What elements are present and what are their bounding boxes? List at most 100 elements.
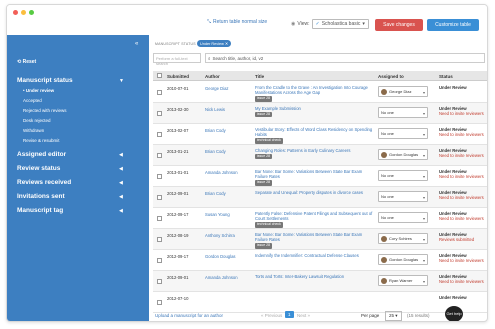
filter-assigned-editor[interactable]: Assigned editor <box>17 151 66 158</box>
title-link[interactable]: My Example Submission issue 28 <box>255 106 373 118</box>
author-link[interactable]: Susan Young <box>205 212 230 217</box>
assignee-select[interactable]: No one ▾ <box>378 170 428 181</box>
previous-page-button[interactable]: « Previous <box>261 313 282 318</box>
assignee-select[interactable]: Ryan Warner ▾ <box>378 275 428 286</box>
author-link[interactable]: Brian Cody <box>205 191 226 196</box>
top-toolbar: ⤡ Return table normal size ◉ View: ✓ Sch… <box>7 5 487 35</box>
view-selector[interactable]: ◉ View: ✓ Scholastica basic ▾ <box>291 19 369 29</box>
page-current[interactable]: 1 <box>285 311 294 318</box>
author-link[interactable]: Nick Lewis <box>205 107 225 112</box>
maximize-dot[interactable] <box>29 10 34 15</box>
table-row[interactable]: 2013-02-07 Brian Cody Vestibular Story: Ef… <box>153 124 487 145</box>
upload-manuscript-link[interactable]: Upload a manuscript for an author <box>155 313 223 318</box>
title-link[interactable]: Patently False: Defensive Patent Filings… <box>255 211 373 228</box>
author-link[interactable]: Gordon Douglas <box>205 254 236 259</box>
minimize-dot[interactable] <box>21 10 26 15</box>
customize-table-button[interactable]: Customize table <box>427 19 479 31</box>
table-row[interactable]: 2010-07-01 George Diaz From the Cradle to … <box>153 82 487 103</box>
col-title[interactable]: Title <box>255 74 264 79</box>
table-row[interactable]: 2012-09-01 Brian Cody Separate and Unequal… <box>153 187 487 208</box>
author-link[interactable]: Amanda Johnson <box>205 170 238 175</box>
per-page-select[interactable]: 25 ▾ <box>385 311 402 321</box>
author-link[interactable]: Brian Cody <box>205 149 226 154</box>
title-link[interactable]: Separate and Unequal: Property disputes … <box>255 190 373 195</box>
reset-filters[interactable]: ⟲ Reset <box>17 59 36 65</box>
row-checkbox[interactable] <box>157 237 162 242</box>
assignee-select[interactable]: George Diaz ▾ <box>378 86 428 97</box>
assignee-select[interactable]: No one ▾ <box>378 107 428 118</box>
title-link[interactable]: Bar None: Bar Some: Variations Between S… <box>255 232 373 249</box>
search-input[interactable]: ⌕ Search title, author, id, v2 <box>205 53 485 63</box>
col-status[interactable]: Status <box>439 74 453 79</box>
filter-review-status[interactable]: Review status <box>17 165 60 172</box>
view-select[interactable]: ✓ Scholastica basic ▾ <box>311 19 369 29</box>
title-link[interactable]: Changing Roles: Patterns in Early Culina… <box>255 148 373 160</box>
author-link[interactable]: Amanda Johnson <box>205 275 238 280</box>
table-row[interactable]: 2012-09-01 Amanda Johnson Torts and Torts:… <box>153 271 487 292</box>
submitted-date: 2012-09-17 <box>167 254 189 259</box>
assignee-select[interactable]: No one ▾ <box>378 212 428 223</box>
status-revise-resubmit[interactable]: Revise & resubmit <box>23 138 60 143</box>
filter-reviews-received[interactable]: Reviews received <box>17 179 71 186</box>
status-under-review[interactable]: • Under review <box>23 88 54 93</box>
table-row[interactable]: 2012-08-19 Anthony Schirra Bar None: Bar S… <box>153 229 487 250</box>
per-page-value: 25 <box>389 313 395 318</box>
row-checkbox[interactable] <box>157 111 162 116</box>
status-cell: Under Review <box>439 295 487 300</box>
status-accepted[interactable]: Accepted <box>23 98 42 103</box>
title-text: Vestibular Story: Effects of Word Class … <box>255 127 373 138</box>
status-filter-label: MANUSCRIPT STATUS <box>155 42 196 46</box>
row-checkbox[interactable] <box>157 300 162 305</box>
row-checkbox[interactable] <box>157 174 162 179</box>
row-checkbox[interactable] <box>157 258 162 263</box>
row-checkbox[interactable] <box>157 279 162 284</box>
author-link[interactable]: Brian Cody <box>205 128 226 133</box>
status-chip[interactable]: Under Review ✕ <box>197 40 232 47</box>
next-page-button[interactable]: Next » <box>297 313 310 318</box>
get-help-button[interactable]: Get help <box>445 306 463 321</box>
scrollbar[interactable] <box>487 71 488 307</box>
close-icon[interactable]: ✕ <box>225 42 228 46</box>
table-row[interactable]: 2012-09-17 Susan Young Patently False: Def… <box>153 208 487 229</box>
row-checkbox[interactable] <box>157 132 162 137</box>
close-dot[interactable] <box>13 10 18 15</box>
return-normal-size-link[interactable]: ⤡ Return table normal size <box>207 19 267 25</box>
author-link[interactable]: Anthony Schirra <box>205 233 235 238</box>
col-assigned-to[interactable]: Assigned to <box>378 74 404 79</box>
row-checkbox[interactable] <box>157 195 162 200</box>
title-link[interactable]: From the Cradle to the Grave : An Invest… <box>255 85 373 102</box>
table-row[interactable]: 2013-02-30 Nick Lewis My Example Submissio… <box>153 103 487 124</box>
col-submitted[interactable]: Submitted <box>167 74 189 79</box>
assignee-name: No one <box>381 214 394 220</box>
title-link[interactable]: Vestibular Story: Effects of Word Class … <box>255 127 373 144</box>
table-row[interactable]: 2012-09-17 Gordon Douglas Indemnify the In… <box>153 250 487 271</box>
title-link[interactable]: Torts and Torts: Inter-Bakery Lawsuit Re… <box>255 274 373 279</box>
assignee-select[interactable]: Gordon Douglas ▾ <box>378 254 428 265</box>
select-all-checkbox[interactable] <box>157 73 162 78</box>
filter-manuscript-tag[interactable]: Manuscript tag <box>17 207 63 214</box>
table-row[interactable]: 2013-01-01 Amanda Johnson Bar None: Bar So… <box>153 166 487 187</box>
chevron-left-icon[interactable]: « <box>135 41 138 47</box>
app-window: ⤡ Return table normal size ◉ View: ✓ Sch… <box>6 4 488 322</box>
assignee-select[interactable]: Gordon Douglas ▾ <box>378 149 428 160</box>
fulltext-search-input[interactable]: Perform a full-text search <box>153 53 201 66</box>
table-row[interactable]: 2013-01-21 Brian Cody Changing Roles: Patt… <box>153 145 487 166</box>
status-desk-rejected[interactable]: Desk rejected <box>23 118 51 123</box>
title-text: Bar None: Bar Some: Variations Between S… <box>255 232 363 243</box>
author-link[interactable]: George Diaz <box>205 86 229 91</box>
title-link[interactable]: Bar None: Bar Some: Variations Between S… <box>255 169 373 186</box>
row-checkbox[interactable] <box>157 153 162 158</box>
filter-manuscript-status[interactable]: Manuscript status <box>17 77 73 84</box>
status-rejected-with-reviews[interactable]: Rejected with reviews <box>23 108 67 113</box>
row-checkbox[interactable] <box>157 216 162 221</box>
assignee-select[interactable]: No one ▾ <box>378 191 428 202</box>
title-link[interactable]: Indemnify the Indemnifier: Contractual D… <box>255 253 373 258</box>
col-author[interactable]: Author <box>205 74 220 79</box>
status-withdrawn[interactable]: Withdrawn <box>23 128 44 133</box>
assignee-select[interactable]: Cory Schires ▾ <box>378 233 428 244</box>
assignee-select[interactable]: No one ▾ <box>378 128 428 139</box>
filter-invitations-sent[interactable]: Invitations sent <box>17 193 65 200</box>
filter-sidebar: « ⟲ Reset Manuscript status ▼ • Under re… <box>7 35 149 321</box>
save-changes-button[interactable]: Save changes <box>375 19 423 31</box>
row-checkbox[interactable] <box>157 90 162 95</box>
